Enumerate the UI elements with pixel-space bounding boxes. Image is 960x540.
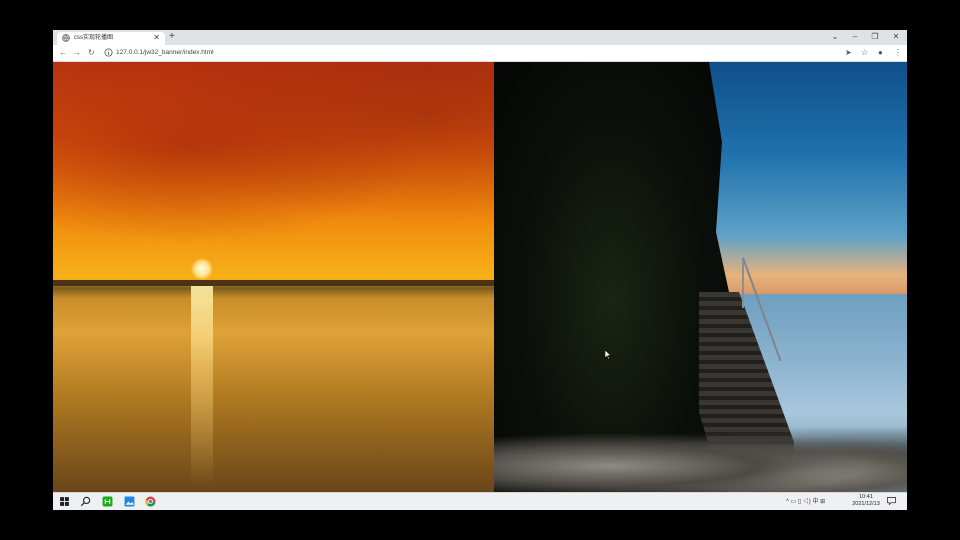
tab-search-dropdown-icon[interactable]: ⌄: [828, 31, 842, 42]
address-bar[interactable]: 127.0.0.1/jw32_banner/index.html: [116, 48, 214, 58]
browser-toolbar: ← → ↻ 127.0.0.1/jw32_banner/index.html ➤…: [53, 45, 907, 62]
taskbar-clock[interactable]: 10:41 2021/12/13: [851, 494, 881, 508]
notification-icon[interactable]: [887, 497, 896, 505]
taskbar: ^ ▭ ▯ ◁) 中 ⊞ 10:41 2021/12/13: [53, 492, 907, 510]
sun: [191, 258, 213, 280]
tab-close-icon[interactable]: ✕: [153, 33, 160, 43]
reload-button[interactable]: ↻: [88, 47, 95, 59]
windows-start-icon[interactable]: [59, 496, 70, 507]
mouse-cursor-icon: [605, 350, 611, 360]
system-tray[interactable]: ^ ▭ ▯ ◁) 中 ⊞: [786, 497, 825, 507]
close-window-button[interactable]: ✕: [889, 31, 903, 42]
sky: [699, 62, 907, 294]
chrome-app-icon[interactable]: [145, 496, 156, 507]
clock-date: 2021/12/13: [852, 501, 880, 507]
foreground-rocks: [494, 427, 907, 492]
editor-app-icon[interactable]: [102, 496, 113, 507]
restore-button[interactable]: ❐: [868, 31, 882, 42]
tab-title: css实现轮播图: [74, 35, 114, 41]
forward-button[interactable]: →: [73, 47, 81, 59]
stair-railing: [742, 258, 744, 308]
sunset-horizon: [53, 280, 494, 286]
sun-reflection: [191, 286, 213, 486]
sunset-clouds: [53, 62, 494, 272]
search-icon[interactable]: [80, 496, 91, 507]
new-tab-button[interactable]: +: [169, 31, 175, 43]
profile-icon[interactable]: ●: [878, 47, 883, 59]
banner-carousel: [53, 62, 907, 492]
slide-image-sunset: [53, 62, 494, 492]
bookmark-star-icon[interactable]: ☆: [861, 47, 868, 59]
back-button[interactable]: ←: [59, 47, 67, 59]
menu-icon[interactable]: ⋮: [894, 47, 902, 59]
browser-tab[interactable]: css实现轮播图 ✕: [57, 32, 165, 45]
tab-strip: css实现轮播图 ✕ + ⌄ – ❐ ✕: [53, 30, 907, 45]
minimize-button[interactable]: –: [848, 31, 862, 42]
desktop-screen: css实现轮播图 ✕ + ⌄ – ❐ ✕ ← → ↻ 127.0.0.1/jw3…: [53, 30, 907, 510]
clock-time: 10:41: [859, 494, 873, 500]
slide-image-cliff-stairs: [494, 62, 907, 492]
globe-icon: [62, 34, 70, 42]
info-icon[interactable]: [104, 48, 113, 57]
photos-app-icon[interactable]: [124, 496, 135, 507]
send-icon[interactable]: ➤: [845, 47, 852, 59]
